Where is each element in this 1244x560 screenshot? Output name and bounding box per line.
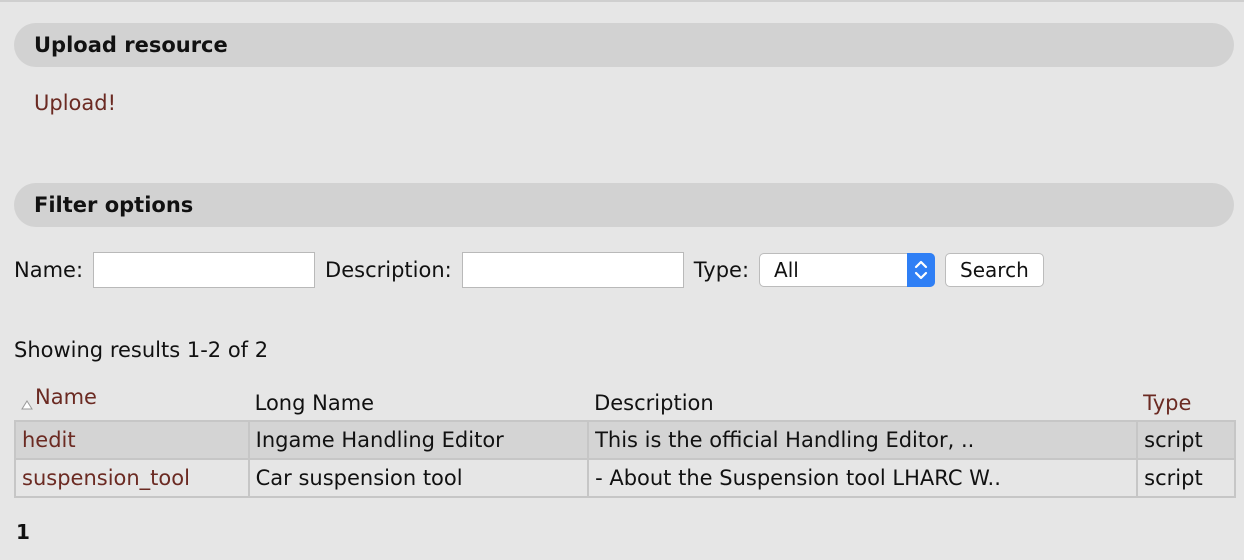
table-row: hedit Ingame Handling Editor This is the… (14, 420, 1236, 460)
column-header-type-link[interactable]: Type (1143, 391, 1191, 415)
row-long-name-cell: Ingame Handling Editor (247, 420, 590, 460)
type-filter-selected-value: All (774, 258, 799, 282)
description-filter-label: Description: (325, 258, 452, 282)
column-header-description: Description (594, 391, 714, 415)
column-header-long-name: Long Name (254, 391, 375, 415)
results-table: Name Long Name Description Type hedit In… (14, 380, 1236, 498)
row-type-cell: script (1136, 458, 1236, 498)
results-summary: Showing results 1-2 of 2 (14, 338, 269, 362)
row-name-cell: hedit (14, 420, 250, 460)
description-filter-input[interactable] (461, 252, 684, 288)
sort-ascending-icon (21, 386, 33, 420)
filter-form: Name: Description: Type: All Search (14, 252, 1044, 288)
search-button[interactable]: Search (945, 253, 1044, 287)
upload-link[interactable]: Upload! (34, 91, 116, 115)
row-description-cell: This is the official Handling Editor, .. (587, 420, 1139, 460)
column-header-name-link[interactable]: Name (35, 385, 97, 409)
type-filter-label: Type: (693, 258, 750, 282)
filter-options-header: Filter options (14, 183, 1234, 227)
table-row: suspension_tool Car suspension tool - Ab… (14, 458, 1236, 498)
row-description-cell: - About the Suspension tool LHARC W.. (587, 458, 1139, 498)
name-filter-label: Name: (14, 258, 84, 282)
row-name-cell: suspension_tool (14, 458, 250, 498)
resource-name-link[interactable]: suspension_tool (22, 466, 190, 490)
name-filter-input[interactable] (93, 252, 316, 288)
column-header-type[interactable]: Type (1137, 380, 1235, 421)
row-long-name-cell: Car suspension tool (247, 458, 590, 498)
resources-page: Upload resource Upload! Filter options N… (0, 0, 1244, 560)
upload-resource-header: Upload resource (14, 23, 1234, 67)
column-header-name[interactable]: Name (15, 380, 249, 421)
resource-name-link[interactable]: hedit (22, 428, 76, 452)
table-header-row: Name Long Name Description Type (15, 380, 1235, 421)
pagination-current-page: 1 (16, 520, 30, 544)
chevron-up-down-icon (907, 253, 936, 287)
row-type-cell: script (1136, 420, 1236, 460)
type-filter-select[interactable]: All (759, 253, 936, 287)
